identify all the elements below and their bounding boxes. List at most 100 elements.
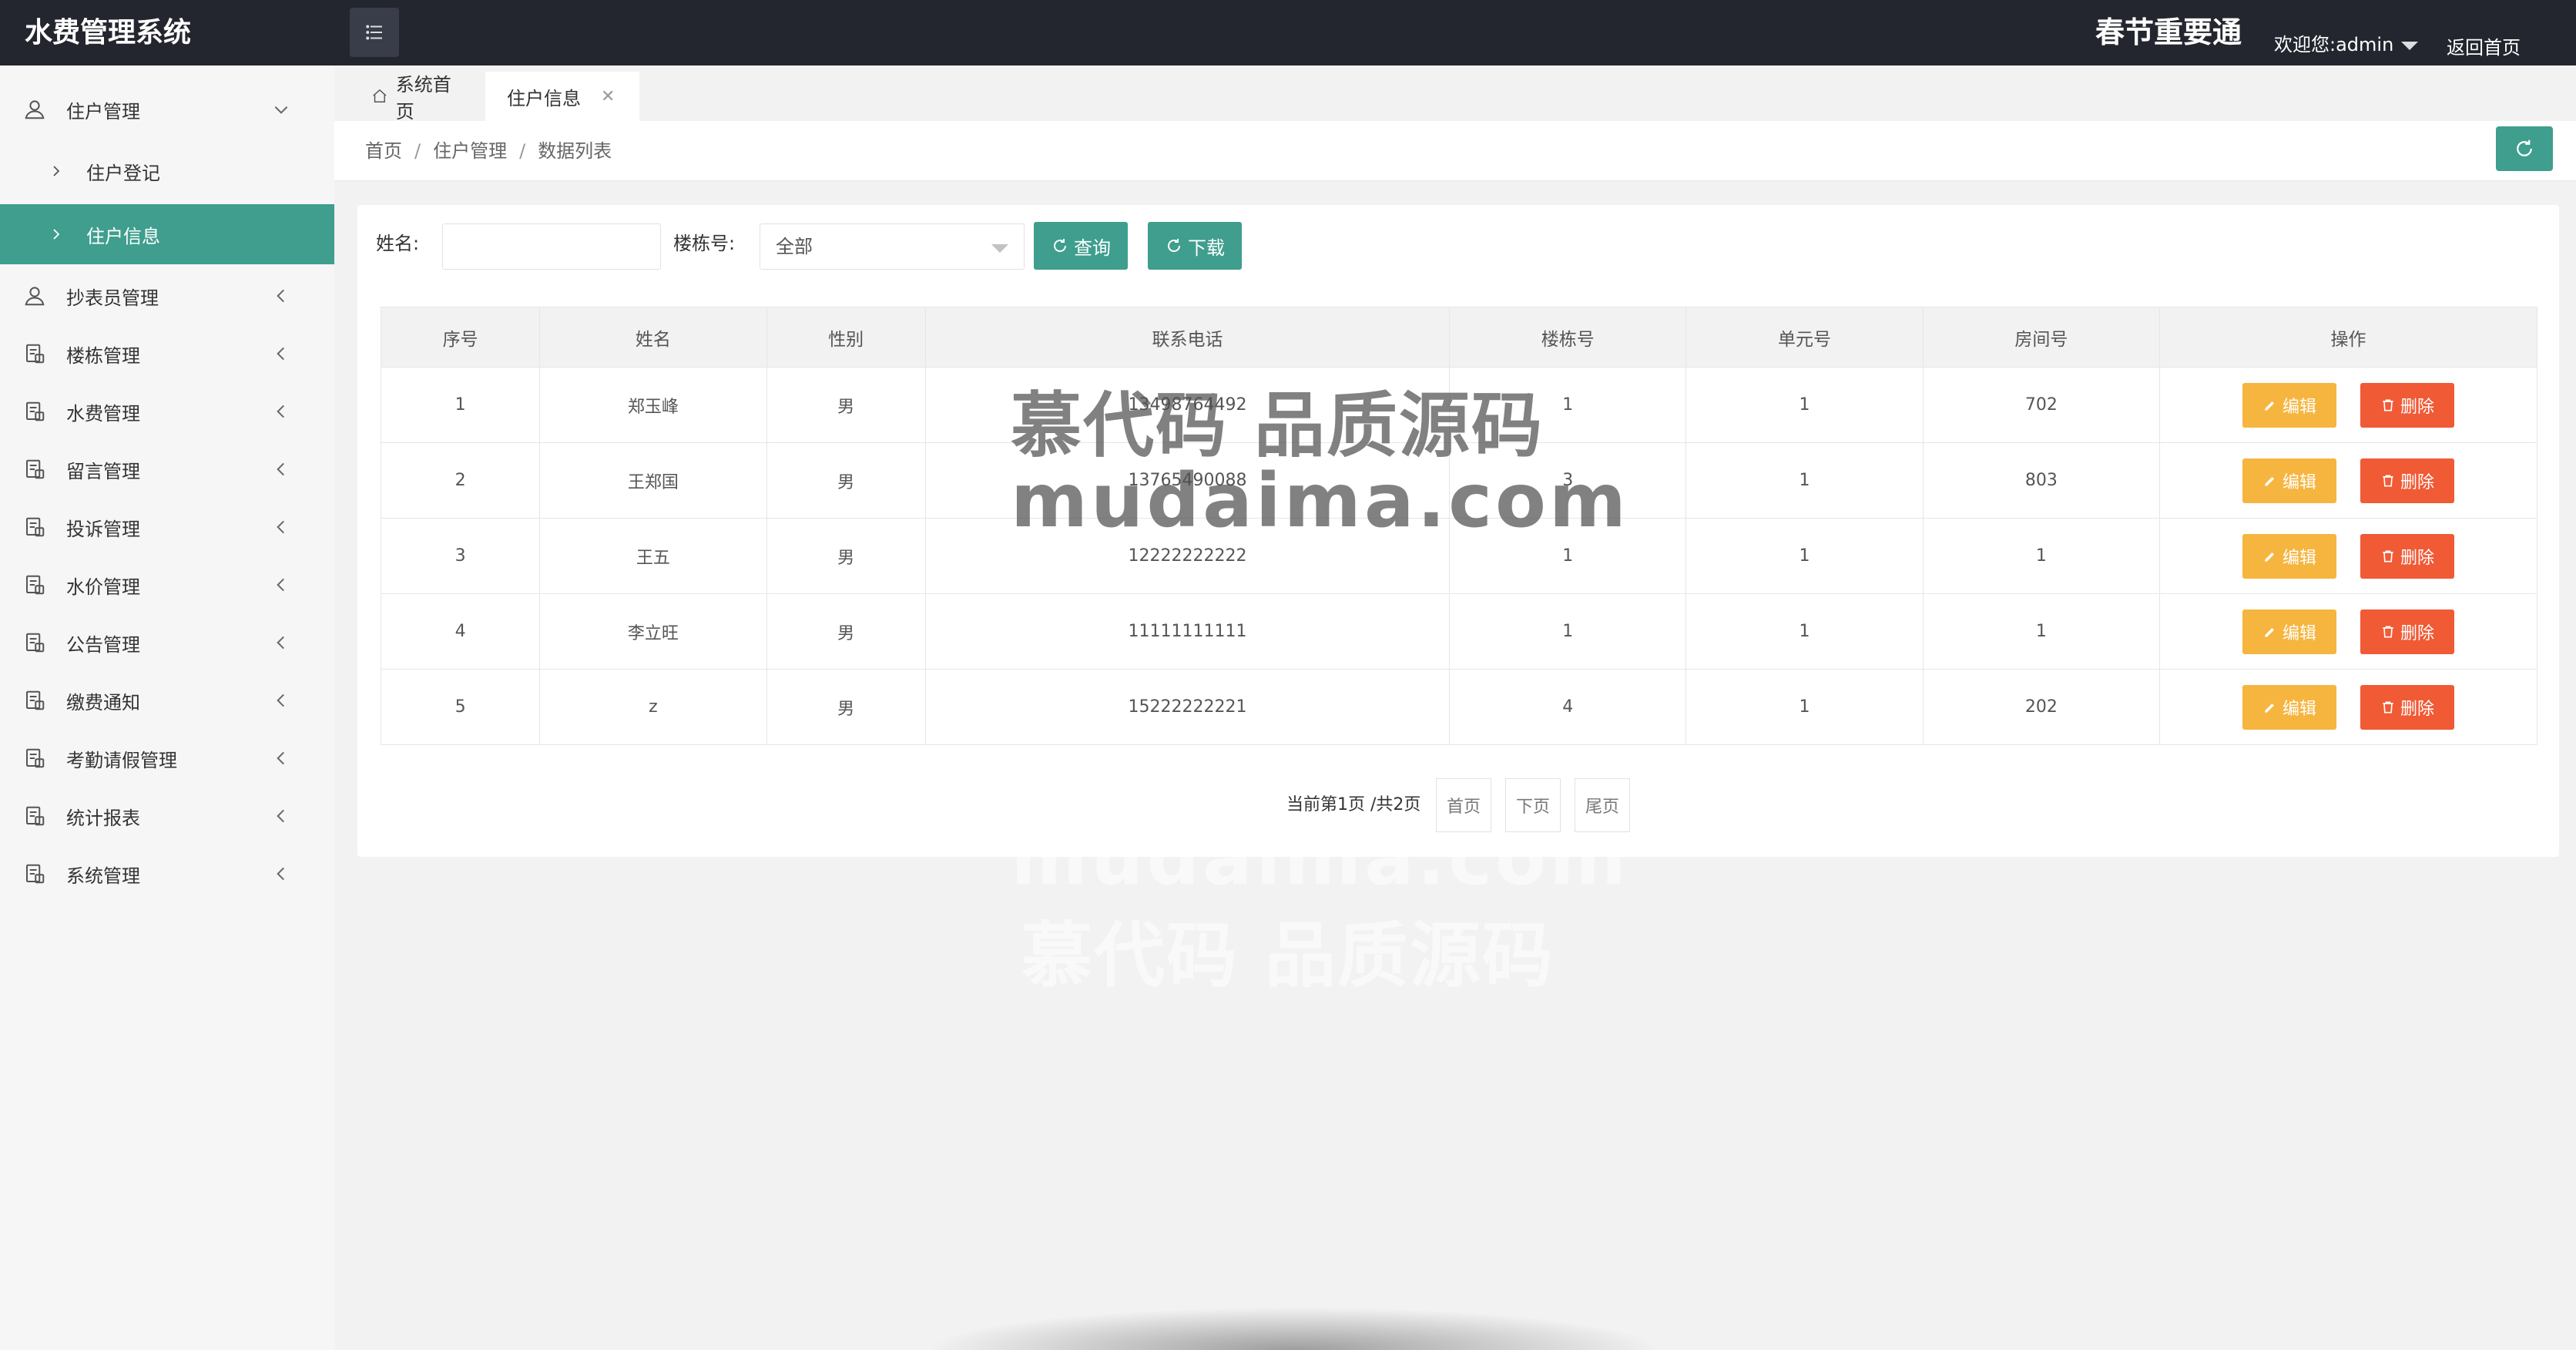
table-cell: 1 <box>1685 442 1924 519</box>
close-icon[interactable]: ✕ <box>601 87 615 106</box>
delete-label: 删除 <box>2400 397 2434 417</box>
table-cell: 王郑国 <box>539 442 767 519</box>
table-cell: 1 <box>1685 669 1924 745</box>
table-cell: 202 <box>1922 669 2161 745</box>
search-button[interactable]: 查询 <box>1034 222 1128 270</box>
edit-label: 编辑 <box>2282 472 2316 492</box>
chevron-left-icon <box>277 867 284 881</box>
sidebar-group-label: 投诉管理 <box>66 518 140 540</box>
table-cell: 13498764492 <box>924 367 1451 443</box>
edit-button[interactable]: 编辑 <box>2242 609 2336 654</box>
main-card: 姓名: 楼栋号: 全部 查询 下载 序号 姓名 性别 联系电话 楼栋号 单元号 … <box>357 205 2559 857</box>
table-cell: 1 <box>1922 518 2161 594</box>
table-cell: 702 <box>1922 367 2161 443</box>
tab-resident-info[interactable]: 住户信息 ✕ <box>485 72 639 121</box>
sidebar-group-label: 抄表员管理 <box>66 287 159 309</box>
chevron-left-icon <box>277 578 284 592</box>
sidebar-group-water-fee[interactable]: 水费管理 <box>0 383 334 440</box>
menu-toggle-button[interactable] <box>350 8 399 57</box>
table-row: 3 王五 男 12222222222 1 1 1 编辑 删除 <box>380 518 2537 594</box>
sidebar-group-statistics[interactable]: 统计报表 <box>0 788 334 845</box>
sidebar-group-complaint[interactable]: 投诉管理 <box>0 499 334 556</box>
edit-button[interactable]: 编辑 <box>2242 382 2336 428</box>
document-icon <box>26 633 45 653</box>
welcome-text: 欢迎您:admin <box>2274 34 2394 55</box>
table-cell: 803 <box>1922 442 2161 519</box>
sidebar-group-label: 考勤请假管理 <box>66 749 177 771</box>
delete-button[interactable]: 删除 <box>2360 684 2454 730</box>
download-button[interactable]: 下载 <box>1148 222 1242 270</box>
caret-down-icon <box>2401 41 2419 50</box>
breadcrumb-home[interactable]: 首页 <box>365 140 402 162</box>
table-cell: 李立旺 <box>539 593 767 670</box>
tab-label: 系统首页 <box>395 74 451 123</box>
table-cell: 4 <box>1449 669 1687 745</box>
sidebar-group-meter-reader[interactable]: 抄表员管理 <box>0 267 334 324</box>
chevron-left-icon <box>277 693 284 707</box>
refresh-button[interactable] <box>2496 126 2553 171</box>
edit-button[interactable]: 编辑 <box>2242 684 2336 730</box>
sidebar-item-label: 住户信息 <box>86 225 160 247</box>
return-home-link[interactable]: 返回首页 <box>2447 32 2521 59</box>
table-cell: 3 <box>1449 442 1687 519</box>
delete-label: 删除 <box>2400 699 2434 719</box>
table-cell: 11111111111 <box>924 593 1451 670</box>
chevron-left-icon <box>277 751 284 765</box>
column-header: 单元号 <box>1685 307 1924 368</box>
table-cell: 5 <box>380 669 541 745</box>
table-cell: 3 <box>380 518 541 594</box>
sidebar-group-system[interactable]: 系统管理 <box>0 845 334 902</box>
breadcrumb-resident[interactable]: 住户管理 <box>433 140 507 162</box>
user-menu[interactable]: 欢迎您:admin <box>2274 29 2419 56</box>
edit-button[interactable]: 编辑 <box>2242 533 2336 579</box>
trash-icon <box>2383 475 2393 486</box>
table-cell: 男 <box>766 593 926 670</box>
trash-icon <box>2383 701 2393 713</box>
breadcrumb-current: 数据列表 <box>538 140 612 162</box>
table-cell: z <box>539 669 767 745</box>
sidebar-group-resident[interactable]: 住户管理 <box>0 81 334 138</box>
chevron-left-icon <box>277 809 284 823</box>
delete-button[interactable]: 删除 <box>2360 458 2454 503</box>
document-icon <box>26 748 45 768</box>
column-header: 楼栋号 <box>1449 307 1687 368</box>
tab-bar: 系统首页 住户信息 ✕ <box>334 65 2576 123</box>
sidebar-group-payment-notice[interactable]: 缴费通知 <box>0 672 334 729</box>
sidebar-item-resident-register[interactable]: 住户登记 <box>0 141 334 201</box>
refresh-icon <box>1054 239 1066 252</box>
tab-system-home[interactable]: 系统首页 <box>350 72 479 123</box>
delete-button[interactable]: 删除 <box>2360 382 2454 428</box>
table-cell: 王五 <box>539 518 767 594</box>
sidebar-group-building[interactable]: 楼栋管理 <box>0 325 334 382</box>
name-input[interactable] <box>442 223 661 270</box>
name-label: 姓名: <box>376 233 420 254</box>
download-button-label: 下载 <box>1188 237 1225 259</box>
watermark-cn-faded: 慕代码 品质源码 <box>1021 915 1555 997</box>
delete-button[interactable]: 删除 <box>2360 533 2454 579</box>
notice-marquee[interactable]: 春节重要通 <box>2095 0 2242 65</box>
table-cell: 郑玉峰 <box>539 367 767 443</box>
table-cell: 男 <box>766 367 926 443</box>
table-header-row: 序号 姓名 性别 联系电话 楼栋号 单元号 房间号 操作 <box>380 307 2537 368</box>
sidebar-group-water-price[interactable]: 水价管理 <box>0 556 334 613</box>
pencil-icon <box>2265 627 2274 637</box>
sidebar-group-attendance[interactable]: 考勤请假管理 <box>0 730 334 787</box>
breadcrumb: 首页 / 住户管理 / 数据列表 <box>365 140 612 162</box>
edit-button[interactable]: 编辑 <box>2242 458 2336 503</box>
user-icon <box>25 287 45 306</box>
sidebar-group-announcement[interactable]: 公告管理 <box>0 614 334 671</box>
chevron-left-icon <box>277 520 284 534</box>
pencil-icon <box>2265 476 2274 486</box>
table-cell: 男 <box>766 442 926 519</box>
last-page-button[interactable]: 尾页 <box>1575 778 1630 832</box>
next-page-button[interactable]: 下页 <box>1505 778 1561 832</box>
first-page-button[interactable]: 首页 <box>1436 778 1491 832</box>
list-icon <box>366 25 382 40</box>
table-cell: 1 <box>1449 518 1687 594</box>
document-icon <box>26 401 45 421</box>
delete-button[interactable]: 删除 <box>2360 609 2454 654</box>
building-select[interactable]: 全部 <box>760 223 1025 270</box>
chevron-left-icon <box>277 289 284 303</box>
sidebar-group-message[interactable]: 留言管理 <box>0 441 334 498</box>
sidebar-item-resident-info[interactable]: 住户信息 <box>0 204 334 264</box>
